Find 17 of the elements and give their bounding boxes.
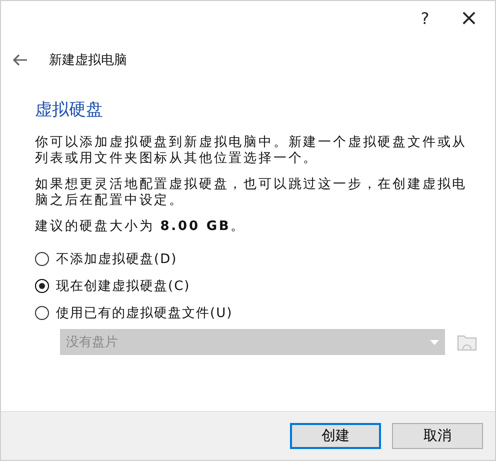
option-label[interactable]: 不添加虚拟硬盘(D)	[56, 250, 178, 268]
description-text: 你可以添加虚拟硬盘到新虚拟电脑中。新建一个虚拟硬盘文件或从列表或用文件夹图标从其他位置选择一个。	[35, 135, 468, 167]
back-arrow-icon[interactable]	[12, 54, 28, 66]
description-text: 如果想更灵活地配置虚拟硬盘，也可以跳过这一步，在创建虚拟电脑之后在配置中设定。	[35, 177, 468, 209]
radio-button[interactable]	[35, 306, 49, 320]
help-button[interactable]: ?	[413, 8, 437, 28]
radio-button[interactable]	[35, 278, 49, 292]
dropdown-caret-icon	[430, 340, 439, 344]
close-button[interactable]: ×	[457, 6, 481, 30]
description-text: 建议的硬盘大小为 8.00 GB。	[35, 219, 247, 235]
page-title: 虚拟硬盘	[35, 99, 104, 121]
dialog-button[interactable]: 创建	[290, 423, 381, 449]
option-label[interactable]: 现在创建虚拟硬盘(C)	[56, 276, 190, 294]
wizard-title: 新建虚拟电脑	[49, 52, 127, 69]
option-label[interactable]: 使用已有的虚拟硬盘文件(U)	[56, 304, 233, 322]
radio-button[interactable]	[35, 252, 49, 266]
dialog-button[interactable]: 取消	[392, 423, 483, 449]
